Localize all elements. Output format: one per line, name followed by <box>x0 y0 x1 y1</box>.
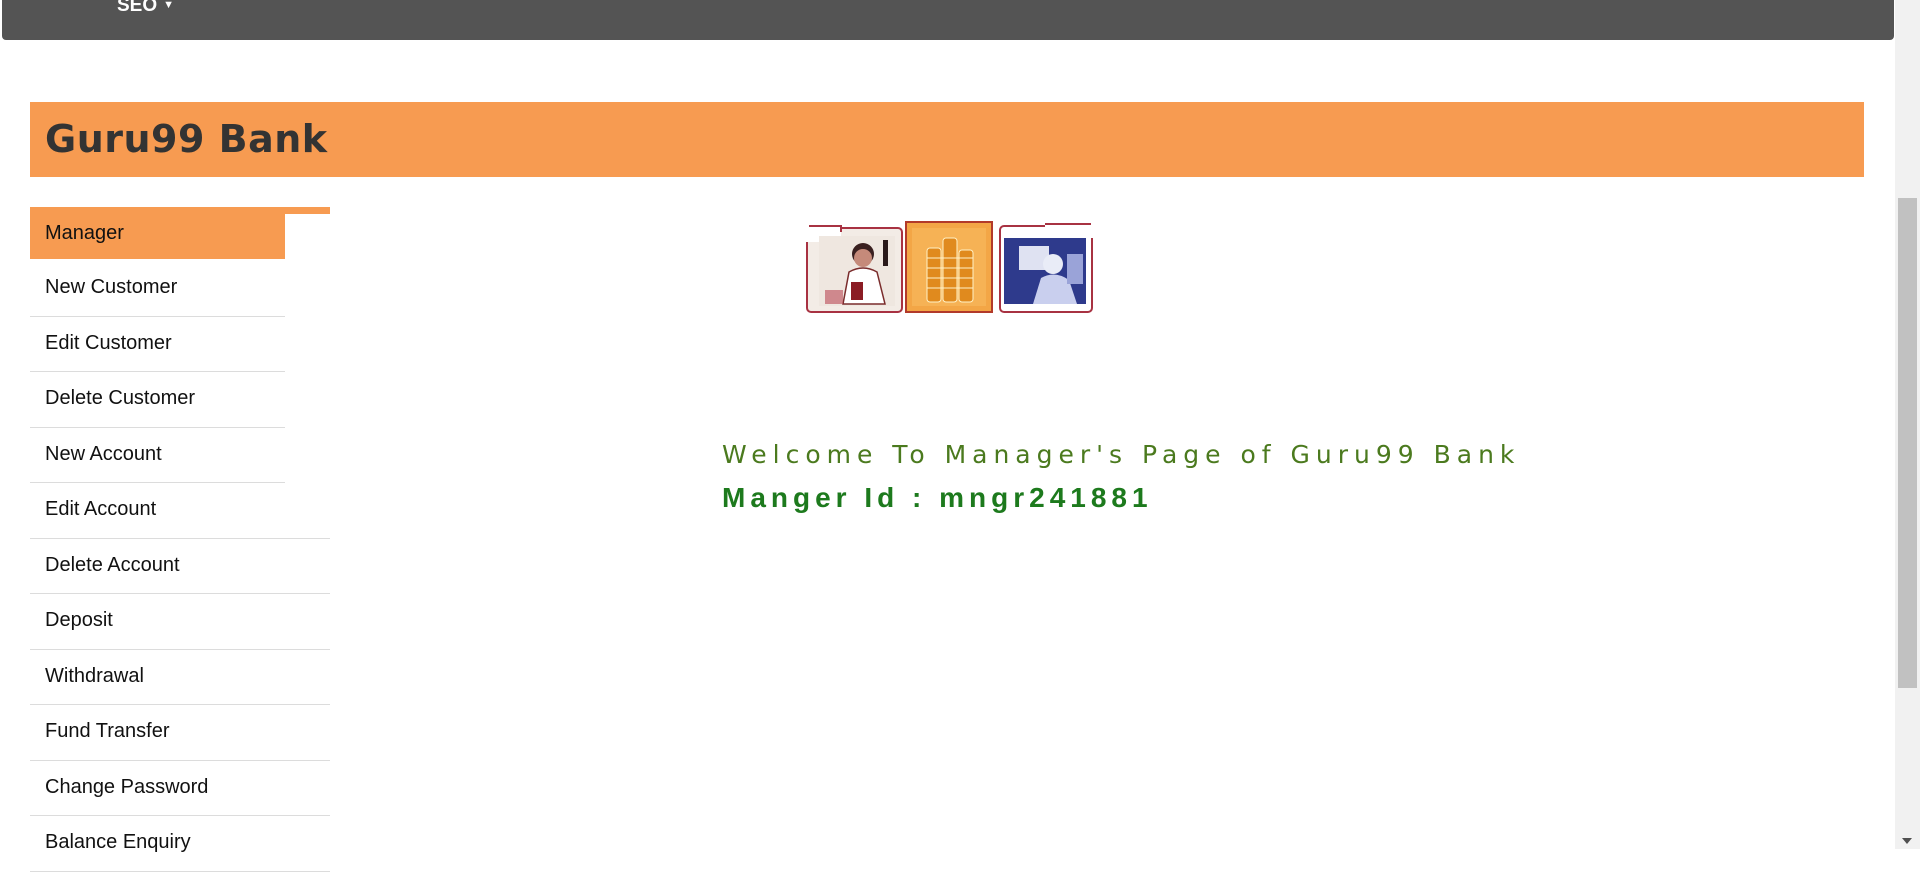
sidebar-item-fund-transfer[interactable]: Fund Transfer <box>30 705 330 761</box>
sidebar-item-label[interactable]: Change Password <box>45 776 208 799</box>
sidebar-item-balance-enquiry[interactable]: Balance Enquiry <box>30 816 330 872</box>
sidebar-item-withdrawal[interactable]: Withdrawal <box>30 650 330 705</box>
top-navbar: SEO ▼ <box>2 0 1894 40</box>
welcome-message: Welcome To Manager's Page of Guru99 Bank <box>722 440 1521 469</box>
sidebar-item-label[interactable]: Delete Customer <box>45 387 195 410</box>
sidebar-item-label[interactable]: New Account <box>45 443 162 466</box>
office-worker-photo <box>999 220 1093 313</box>
bank-logo-collage <box>805 220 1093 313</box>
sidebar-item-new-account[interactable]: New Account <box>30 428 285 483</box>
sidebar-item-label[interactable]: Fund Transfer <box>45 720 170 743</box>
bank-header-banner: Guru99 Bank <box>30 102 1864 177</box>
scroll-down-arrow-icon[interactable] <box>1902 838 1912 844</box>
sidebar-item-deposit[interactable]: Deposit <box>30 594 330 650</box>
phone-man-photo <box>805 222 903 313</box>
sidebar-menu: Manager New Customer Edit Customer Delet… <box>30 207 330 872</box>
sidebar-item-delete-customer[interactable]: Delete Customer <box>30 372 285 428</box>
sidebar-item-label[interactable]: Withdrawal <box>45 665 144 688</box>
caret-down-icon: ▼ <box>163 0 175 11</box>
seo-menu-label: SEO <box>117 0 158 16</box>
sidebar-item-change-password[interactable]: Change Password <box>30 761 330 816</box>
manager-id-text: Manger Id : mngr241881 <box>722 482 1153 513</box>
scrollbar-thumb[interactable] <box>1898 198 1917 688</box>
sidebar-item-delete-account[interactable]: Delete Account <box>30 539 330 594</box>
sidebar-item-edit-customer[interactable]: Edit Customer <box>30 317 285 372</box>
sidebar-item-new-customer[interactable]: New Customer <box>30 261 285 317</box>
sidebar-item-label[interactable]: Deposit <box>45 609 113 632</box>
sidebar-item-label[interactable]: Edit Account <box>45 498 156 521</box>
page-title: Guru99 Bank <box>45 117 328 161</box>
sidebar-item-label[interactable]: Balance Enquiry <box>45 831 191 854</box>
sidebar-item-label[interactable]: Delete Account <box>45 554 180 577</box>
sidebar-item-edit-account[interactable]: Edit Account <box>30 483 330 539</box>
vertical-scrollbar[interactable] <box>1895 0 1920 849</box>
seo-menu-dropdown[interactable]: SEO ▼ <box>117 0 174 17</box>
sidebar-item-manager[interactable]: Manager <box>30 207 285 259</box>
sidebar-item-label[interactable]: Edit Customer <box>45 332 172 355</box>
sidebar-item-label[interactable]: New Customer <box>45 276 177 299</box>
sidebar-item-label[interactable]: Manager <box>45 222 124 245</box>
coins-photo <box>905 221 993 313</box>
